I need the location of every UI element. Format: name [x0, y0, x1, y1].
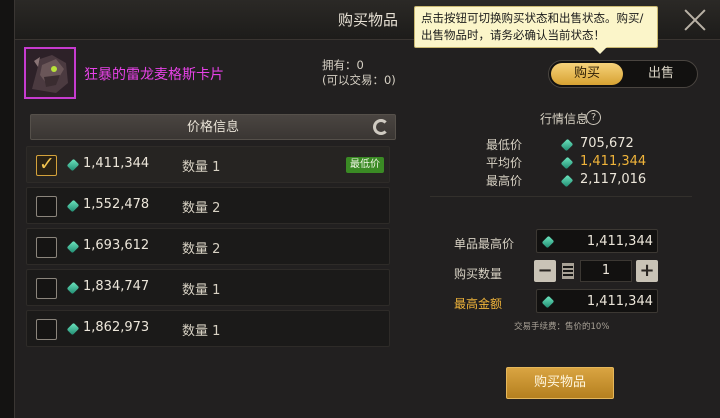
fee-note: 交易手续费：售价的10% — [514, 322, 610, 332]
calculator-icon[interactable] — [562, 263, 574, 279]
check-icon: ✓ — [39, 153, 55, 175]
gem-icon — [541, 235, 555, 249]
gem-icon — [66, 199, 80, 213]
help-icon[interactable]: ? — [586, 110, 601, 125]
total-label: 最高金额 — [454, 297, 503, 311]
row-checkbox[interactable] — [36, 237, 57, 258]
row-checkbox[interactable] — [36, 196, 57, 217]
average-value: 1,411,344 — [580, 154, 647, 169]
price-info-title: 价格信息 — [186, 120, 239, 135]
row-price: 1,862,973 — [83, 320, 150, 335]
price-row[interactable]: ✓ 1,411,344 数量 1 最低价 — [26, 146, 390, 183]
tradable-count: (可以交易：0) — [322, 73, 396, 87]
highest-value: 2,117,016 — [580, 172, 647, 187]
row-quantity: 数量 2 — [182, 242, 221, 257]
gem-icon — [66, 322, 80, 336]
mode-toggle: 购买 出售 — [548, 60, 698, 88]
row-checkbox[interactable]: ✓ — [36, 153, 57, 176]
average-label: 平均价 — [486, 156, 523, 170]
price-info-header: 价格信息 — [30, 114, 396, 140]
plus-button[interactable]: + — [636, 260, 658, 282]
highest-label: 最高价 — [486, 174, 523, 188]
row-checkbox[interactable] — [36, 319, 57, 340]
quantity-stepper: − 1 + — [532, 260, 658, 284]
market-info-title: 行情信息 — [540, 112, 589, 126]
total-value: 1,411,344 — [586, 294, 653, 309]
owned-info: 拥有：0 (可以交易：0) — [322, 58, 396, 88]
row-quantity: 数量 1 — [182, 283, 221, 298]
price-row[interactable]: 1,693,612 数量 2 — [26, 228, 390, 265]
price-row[interactable]: 1,862,973 数量 1 — [26, 310, 390, 347]
row-price: 1,834,747 — [83, 279, 150, 294]
item-name: 狂暴的雷龙麦格斯卡片 — [84, 67, 224, 83]
row-price: 1,411,344 — [83, 156, 150, 171]
gem-icon — [66, 240, 80, 254]
item-card-icon[interactable] — [24, 47, 76, 99]
price-row[interactable]: 1,834,747 数量 1 — [26, 269, 390, 306]
quantity-input[interactable]: 1 — [580, 260, 632, 282]
lowest-price-badge: 最低价 — [346, 157, 384, 173]
sell-mode-button[interactable]: 出售 — [625, 63, 697, 85]
owned-count: 拥有：0 — [322, 58, 364, 72]
minus-button[interactable]: − — [534, 260, 556, 282]
row-price: 1,693,612 — [83, 238, 150, 253]
lowest-label: 最低价 — [486, 138, 523, 152]
row-quantity: 数量 1 — [182, 160, 221, 175]
row-checkbox[interactable] — [36, 278, 57, 299]
lowest-value: 705,672 — [580, 136, 634, 151]
total-amount-field: 1,411,344 — [536, 289, 658, 313]
unit-max-label: 单品最高价 — [454, 237, 515, 251]
gem-icon — [66, 281, 80, 295]
buy-item-button[interactable]: 购买物品 — [506, 367, 614, 399]
buy-mode-button[interactable]: 购买 — [551, 63, 623, 85]
gem-icon — [66, 158, 80, 172]
gem-icon — [541, 295, 555, 309]
close-icon[interactable] — [683, 8, 707, 32]
row-quantity: 数量 1 — [182, 324, 221, 339]
price-list: ✓ 1,411,344 数量 1 最低价 1,552,478 数量 2 1,69… — [26, 146, 390, 351]
row-price: 1,552,478 — [83, 197, 150, 212]
unit-max-value: 1,411,344 — [586, 234, 653, 249]
price-row[interactable]: 1,552,478 数量 2 — [26, 187, 390, 224]
divider — [430, 196, 692, 197]
mode-tooltip: 点击按钮可切换购买状态和出售状态。购买/出售物品时，请务必确认当前状态！ — [414, 6, 658, 54]
refresh-icon[interactable] — [373, 119, 389, 135]
row-quantity: 数量 2 — [182, 201, 221, 216]
quantity-label: 购买数量 — [454, 267, 503, 281]
unit-max-price-field[interactable]: 1,411,344 — [536, 229, 658, 253]
